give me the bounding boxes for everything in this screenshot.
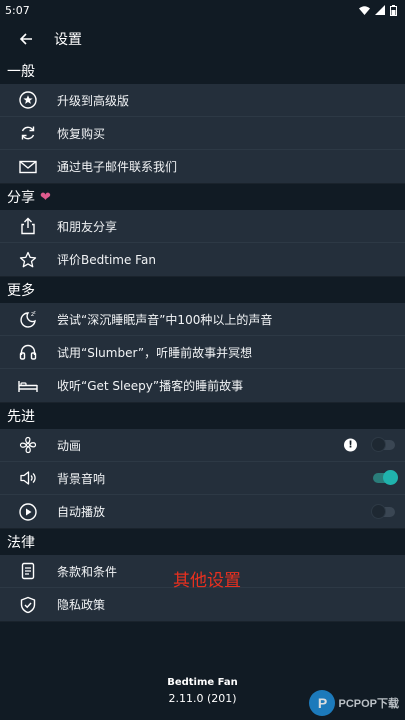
headphones-icon [18,342,38,362]
wifi-icon [359,5,370,15]
heart-icon: ❤ [40,189,51,205]
watermark-text: PCPOP下载 [338,698,399,710]
arrow-left-icon [19,33,32,45]
try-slumber-item[interactable]: 试用“Slumber”，听睡前故事并冥想 [0,336,405,369]
mail-icon [18,157,38,177]
svg-text:z: z [34,310,36,315]
autoplay-toggle[interactable] [371,503,395,519]
privacy-policy-item[interactable]: 隐私政策 [0,588,405,621]
watermark: P PCPOP下载 [309,690,399,716]
try-deep-sleep-item[interactable]: zz 尝试“深沉睡眠声音”中100种以上的声音 [0,303,405,336]
section-more: zz 尝试“深沉睡眠声音”中100种以上的声音 试用“Slumber”，听睡前故… [0,303,405,403]
section-advanced: 动画 ! 背景音响 自动播放 [0,429,405,529]
restore-purchase-item[interactable]: 恢复购买 [0,117,405,150]
row-label: 评价Bedtime Fan [57,253,156,267]
animation-toggle[interactable] [371,437,395,452]
animation-item[interactable]: 动画 ! [0,429,405,462]
section-header-general: 一般 [7,64,35,80]
app-bar: 设置 [0,20,405,58]
section-header-more: 更多 [7,283,35,299]
row-label: 恢复购买 [57,126,106,141]
row-label: 自动播放 [57,505,106,519]
section-header-share: 分享 ❤ [0,184,405,210]
page-title: 设置 [54,32,82,48]
document-icon [18,561,38,581]
row-label: 动画 [57,438,82,453]
upgrade-premium-item[interactable]: 升级到高级版 [0,84,405,117]
autoplay-item[interactable]: 自动播放 [0,495,405,528]
battery-icon [390,4,397,16]
toggle-knob [371,503,386,519]
row-label: 通过电子邮件联系我们 [57,160,178,174]
contact-email-item[interactable]: 通过电子邮件联系我们 [0,150,405,183]
row-label: 背景音响 [57,471,106,486]
row-label: 条款和条件 [57,564,118,579]
toggle-knob [371,437,386,452]
section-general: 升级到高级版 恢复购买 通过电子邮件联系我们 [0,84,405,184]
fan-icon [18,435,38,455]
footer-app-name: Bedtime Fan [167,677,238,688]
background-sound-toggle[interactable] [373,470,398,485]
star-outline-icon [18,250,38,270]
bed-icon [18,376,38,396]
section-title: 分享 [7,190,35,206]
back-button[interactable] [16,29,36,49]
section-share: 和朋友分享 评价Bedtime Fan [0,210,405,277]
star-circle-icon [18,90,38,110]
section-header-legal: 法律 [7,535,35,551]
info-alert-icon[interactable]: ! [344,438,357,452]
toggle-knob [383,470,398,485]
moon-sleep-icon: zz [18,309,38,329]
rate-app-item[interactable]: 评价Bedtime Fan [0,243,405,276]
row-label: 升级到高级版 [57,93,130,108]
background-sound-item[interactable]: 背景音响 [0,462,405,495]
status-bar: 5:07 [0,0,405,20]
overlay-caption: 其他设置 [173,571,241,591]
row-label: 收听“Get Sleepy”播客的睡前故事 [57,379,244,393]
section-header-advanced: 先进 [7,409,35,425]
row-label: 和朋友分享 [57,219,118,234]
signal-icon [375,5,385,15]
row-label: 试用“Slumber”，听睡前故事并冥想 [57,345,253,360]
volume-icon [18,468,38,488]
shield-check-icon [18,595,38,615]
watermark-logo-icon: P [309,690,336,716]
play-circle-icon [18,502,38,522]
status-icons [359,4,397,16]
get-sleepy-item[interactable]: 收听“Get Sleepy”播客的睡前故事 [0,369,405,402]
share-friends-item[interactable]: 和朋友分享 [0,210,405,243]
status-time: 5:07 [5,3,30,17]
share-icon [18,216,38,236]
row-label: 隐私政策 [57,598,106,612]
refresh-icon [18,123,38,143]
row-label: 尝试“深沉睡眠声音”中100种以上的声音 [57,312,273,327]
